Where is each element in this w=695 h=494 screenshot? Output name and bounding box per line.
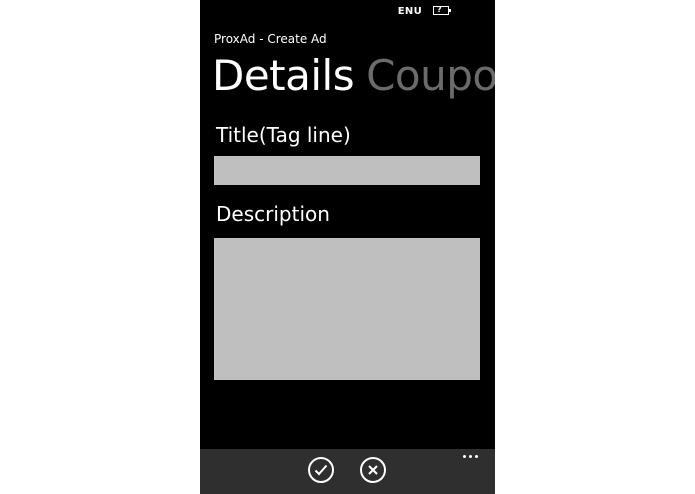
cancel-icon [368, 465, 378, 475]
tab-details[interactable]: Details [212, 50, 355, 102]
status-bar: ENU ? [200, 0, 495, 22]
title-label: Title(Tag line) [216, 123, 351, 147]
description-input[interactable] [214, 238, 480, 380]
tab-coupon[interactable]: Coupon [366, 50, 495, 102]
battery-glyph: ? [437, 5, 442, 14]
application-bar [200, 449, 495, 494]
cancel-button[interactable] [360, 457, 386, 483]
language-indicator: ENU [397, 6, 422, 17]
check-icon [314, 464, 328, 476]
app-title: ProxAd - Create Ad [214, 32, 327, 46]
battery-icon: ? [433, 5, 451, 15]
save-button[interactable] [308, 457, 334, 483]
description-label: Description [216, 202, 330, 226]
ellipsis-icon[interactable] [463, 455, 479, 461]
phone-screen: ENU ? ProxAd - Create Ad DetailsCoupon T… [200, 0, 495, 494]
title-input[interactable] [214, 156, 480, 185]
pivot-header: DetailsCoupon [212, 50, 495, 102]
